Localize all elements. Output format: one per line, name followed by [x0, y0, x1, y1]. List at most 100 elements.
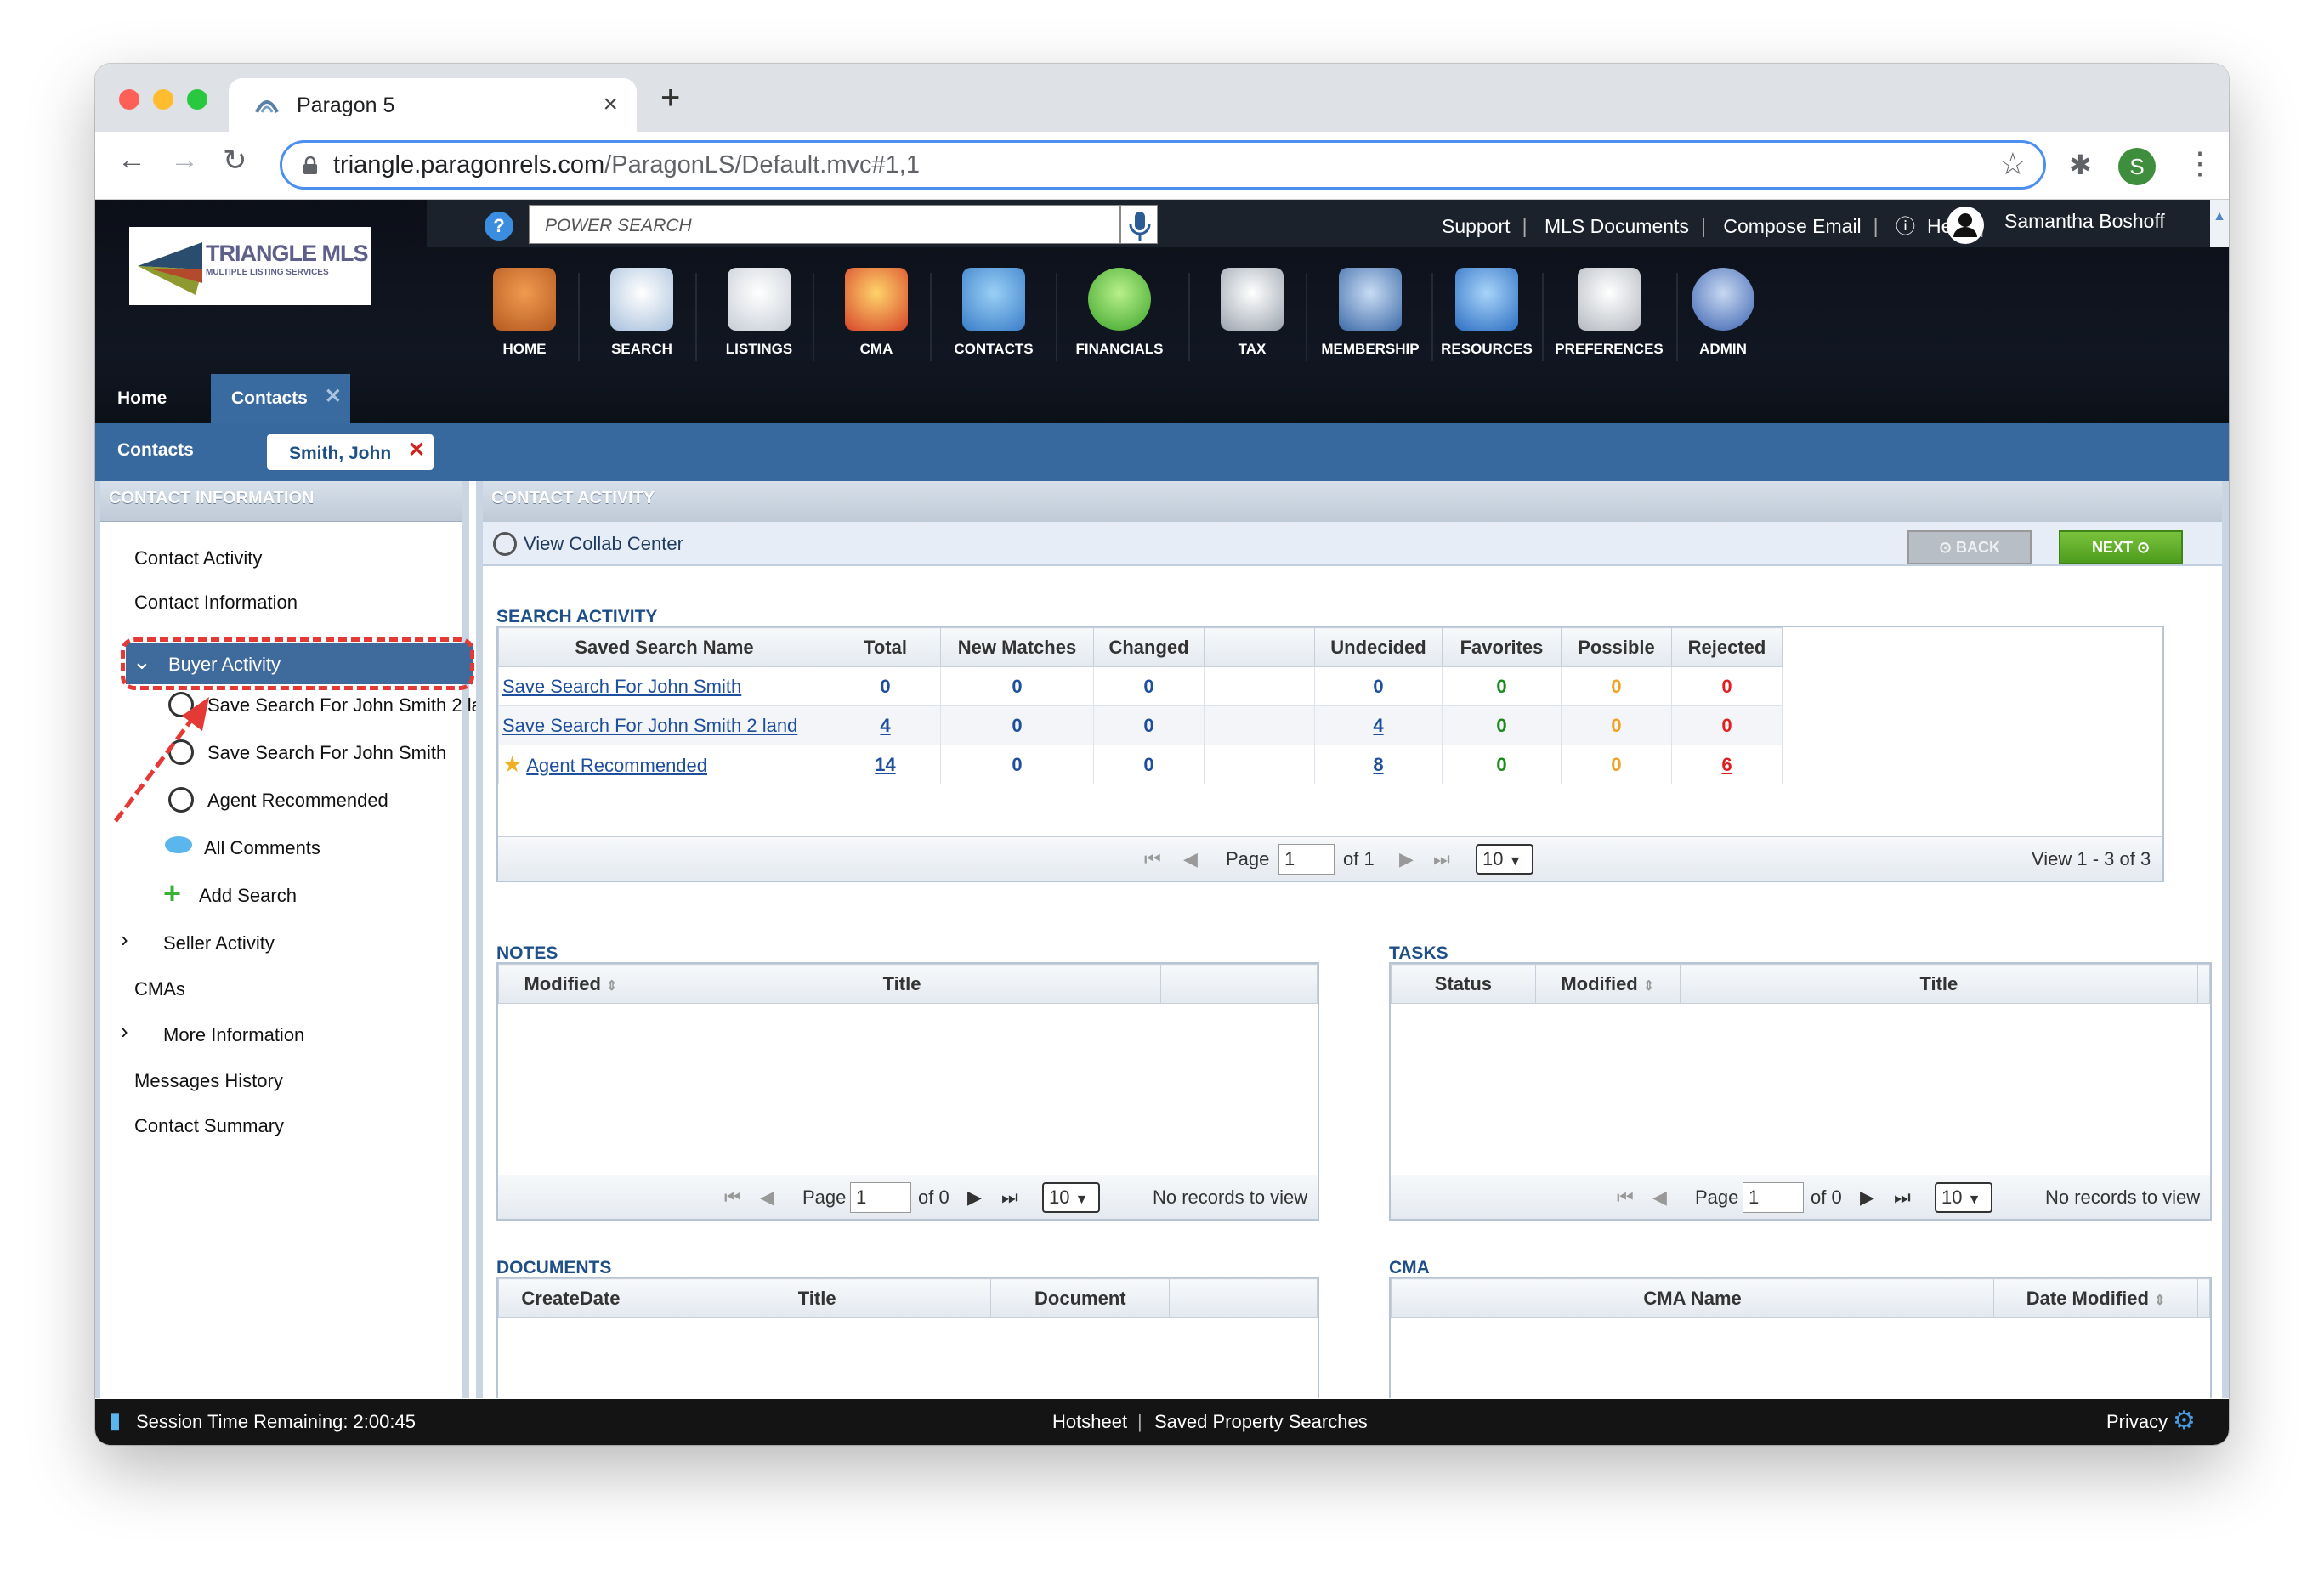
nav-contact-information[interactable]: Contact Information — [134, 592, 298, 614]
nav-more-information[interactable]: More Information — [163, 1024, 304, 1046]
extensions-puzzle-icon[interactable]: ✱ — [2069, 149, 2092, 181]
nav-messages-history[interactable]: Messages History — [134, 1070, 283, 1092]
page-number-input[interactable]: 1 — [850, 1182, 911, 1213]
close-contacts-tab-icon[interactable]: ✕ — [325, 372, 342, 422]
page-number-input[interactable]: 1 — [1278, 844, 1335, 875]
bookmark-star-icon[interactable]: ☆ — [1999, 146, 2026, 182]
rows-per-page-select[interactable]: 10 ▼ — [1476, 844, 1533, 875]
rows-per-page-select[interactable]: 10 ▼ — [1042, 1182, 1100, 1213]
saved-search-link[interactable]: Save Search For John Smith 2 land — [502, 715, 797, 736]
cell-total-link[interactable]: 14 — [875, 754, 895, 775]
col-notes-modified[interactable]: Modified ⇕ — [498, 964, 643, 1004]
nav-contacts[interactable]: CONTACTS — [938, 268, 1049, 358]
col-total[interactable]: Total — [830, 627, 941, 667]
next-page-icon[interactable]: ▶ — [1399, 848, 1414, 870]
col-changed[interactable]: Changed — [1093, 627, 1205, 667]
microphone-icon[interactable] — [1120, 205, 1158, 244]
saved-search-link[interactable]: Agent Recommended — [526, 755, 707, 776]
nav-all-comments[interactable]: All Comments — [204, 837, 320, 859]
nav-preferences[interactable]: PREFERENCES — [1545, 268, 1673, 358]
nav-cma[interactable]: CMA — [821, 268, 932, 358]
power-search-help-icon[interactable]: ? — [485, 212, 513, 241]
nav-agent-recommended[interactable]: Agent Recommended — [207, 790, 388, 812]
power-search-input[interactable]: POWER SEARCH — [529, 205, 1120, 244]
back-button[interactable]: ⊙ BACK — [1907, 530, 2032, 564]
nav-cmas[interactable]: CMAs — [134, 978, 185, 1000]
browser-menu-icon[interactable]: ⋮ — [2185, 145, 2215, 181]
col-new-matches[interactable]: New Matches — [940, 627, 1094, 667]
user-name[interactable]: Samantha Boshoff — [2004, 210, 2165, 233]
col-documents-document[interactable]: Document — [990, 1278, 1171, 1318]
col-cma-name[interactable]: CMA Name — [1390, 1278, 1995, 1318]
col-tasks-status[interactable]: Status — [1391, 964, 1536, 1004]
nav-resources[interactable]: RESOURCES — [1431, 268, 1542, 358]
nav-saved-search-2[interactable]: Save Search For John Smith — [207, 742, 446, 764]
compose-email-link[interactable]: Compose Email — [1723, 215, 1861, 237]
hotsheet-link[interactable]: Hotsheet — [1052, 1411, 1127, 1433]
col-possible[interactable]: Possible — [1561, 627, 1672, 667]
close-tab-icon[interactable]: × — [603, 90, 618, 119]
next-button[interactable]: NEXT ⊙ — [2059, 530, 2183, 564]
prev-page-icon[interactable]: ◀ — [760, 1187, 774, 1209]
tab-contacts[interactable]: Contacts ✕ — [211, 374, 350, 423]
last-page-icon[interactable]: ⏭ — [1894, 1187, 1911, 1209]
col-cma-date-modified[interactable]: Date Modified ⇕ — [1993, 1278, 2198, 1318]
col-undecided[interactable]: Undecided — [1314, 627, 1443, 667]
col-documents-title[interactable]: Title — [642, 1278, 992, 1318]
close-window-button[interactable] — [119, 89, 139, 110]
nav-financials[interactable]: FINANCIALS — [1056, 268, 1183, 358]
subtab-contacts[interactable]: Contacts — [117, 440, 194, 461]
help-circle-icon[interactable]: ⓘ — [1896, 215, 1915, 237]
mls-documents-link[interactable]: MLS Documents — [1545, 215, 1689, 237]
view-collab-center-link[interactable]: View Collab Center — [524, 533, 683, 555]
back-arrow-icon[interactable]: ← — [117, 144, 146, 177]
chevron-right-icon[interactable]: › — [121, 926, 128, 953]
address-bar[interactable]: triangle.paragonrels.com/ParagonLS/Defau… — [280, 140, 2046, 190]
nav-listings[interactable]: LISTINGS — [704, 268, 814, 358]
nav-search[interactable]: SEARCH — [587, 268, 697, 358]
settings-gear-icon[interactable]: ⚙ — [2173, 1406, 2196, 1436]
support-link[interactable]: Support — [1442, 215, 1511, 237]
privacy-link[interactable]: Privacy — [2106, 1411, 2168, 1433]
next-page-icon[interactable]: ▶ — [967, 1187, 982, 1209]
profile-avatar[interactable]: S — [2118, 148, 2156, 185]
nav-seller-activity[interactable]: Seller Activity — [163, 932, 275, 954]
forward-arrow-icon[interactable]: → — [170, 144, 199, 177]
first-page-icon[interactable]: ⏮ — [724, 1187, 741, 1209]
triangle-mls-logo[interactable]: TRIANGLE MLS MULTIPLE LISTING SERVICES — [129, 227, 371, 305]
cell-undecided-link[interactable]: 8 — [1373, 754, 1383, 775]
user-avatar-icon[interactable] — [1947, 207, 1984, 244]
col-documents-createdate[interactable]: CreateDate — [498, 1278, 643, 1318]
close-contact-tab-icon[interactable]: ✕ — [408, 438, 425, 462]
nav-saved-search-1[interactable]: Save Search For John Smith 2 la — [207, 694, 482, 717]
col-favorites[interactable]: Favorites — [1442, 627, 1562, 667]
nav-home[interactable]: HOME — [469, 268, 580, 358]
nav-add-search[interactable]: Add Search — [199, 885, 297, 907]
subtab-contact-smith-john[interactable]: Smith, John ✕ — [267, 434, 434, 470]
cell-total-link[interactable]: 4 — [880, 715, 890, 736]
nav-tax[interactable]: TAX — [1197, 268, 1307, 358]
col-tasks-title[interactable]: Title — [1679, 964, 2199, 1004]
maximize-window-button[interactable] — [187, 89, 207, 110]
cell-rejected-link[interactable]: 6 — [1721, 754, 1732, 775]
col-notes-title[interactable]: Title — [642, 964, 1162, 1004]
rows-per-page-select[interactable]: 10 ▼ — [1935, 1182, 1992, 1213]
col-rejected[interactable]: Rejected — [1671, 627, 1783, 667]
saved-search-link[interactable]: Save Search For John Smith — [502, 676, 741, 697]
first-page-icon[interactable]: ⏮ — [1144, 848, 1161, 870]
tab-home[interactable]: Home — [97, 374, 187, 423]
last-page-icon[interactable]: ⏭ — [1001, 1187, 1018, 1209]
reload-icon[interactable]: ↻ — [223, 144, 247, 178]
col-tasks-modified[interactable]: Modified ⇕ — [1534, 964, 1681, 1004]
cell-undecided-link[interactable]: 4 — [1373, 715, 1383, 736]
nav-membership[interactable]: MEMBERSHIP — [1311, 268, 1430, 358]
collapse-header-button[interactable]: ▲ — [2210, 200, 2229, 247]
nav-contact-summary[interactable]: Contact Summary — [134, 1115, 284, 1137]
col-saved-search-name[interactable]: Saved Search Name — [498, 627, 830, 667]
new-tab-button[interactable]: + — [660, 79, 680, 117]
page-number-input[interactable]: 1 — [1743, 1182, 1804, 1213]
saved-property-searches-link[interactable]: Saved Property Searches — [1154, 1411, 1368, 1433]
first-page-icon[interactable]: ⏮ — [1617, 1187, 1634, 1209]
nav-admin[interactable]: ADMIN — [1668, 268, 1778, 358]
prev-page-icon[interactable]: ◀ — [1652, 1187, 1667, 1209]
